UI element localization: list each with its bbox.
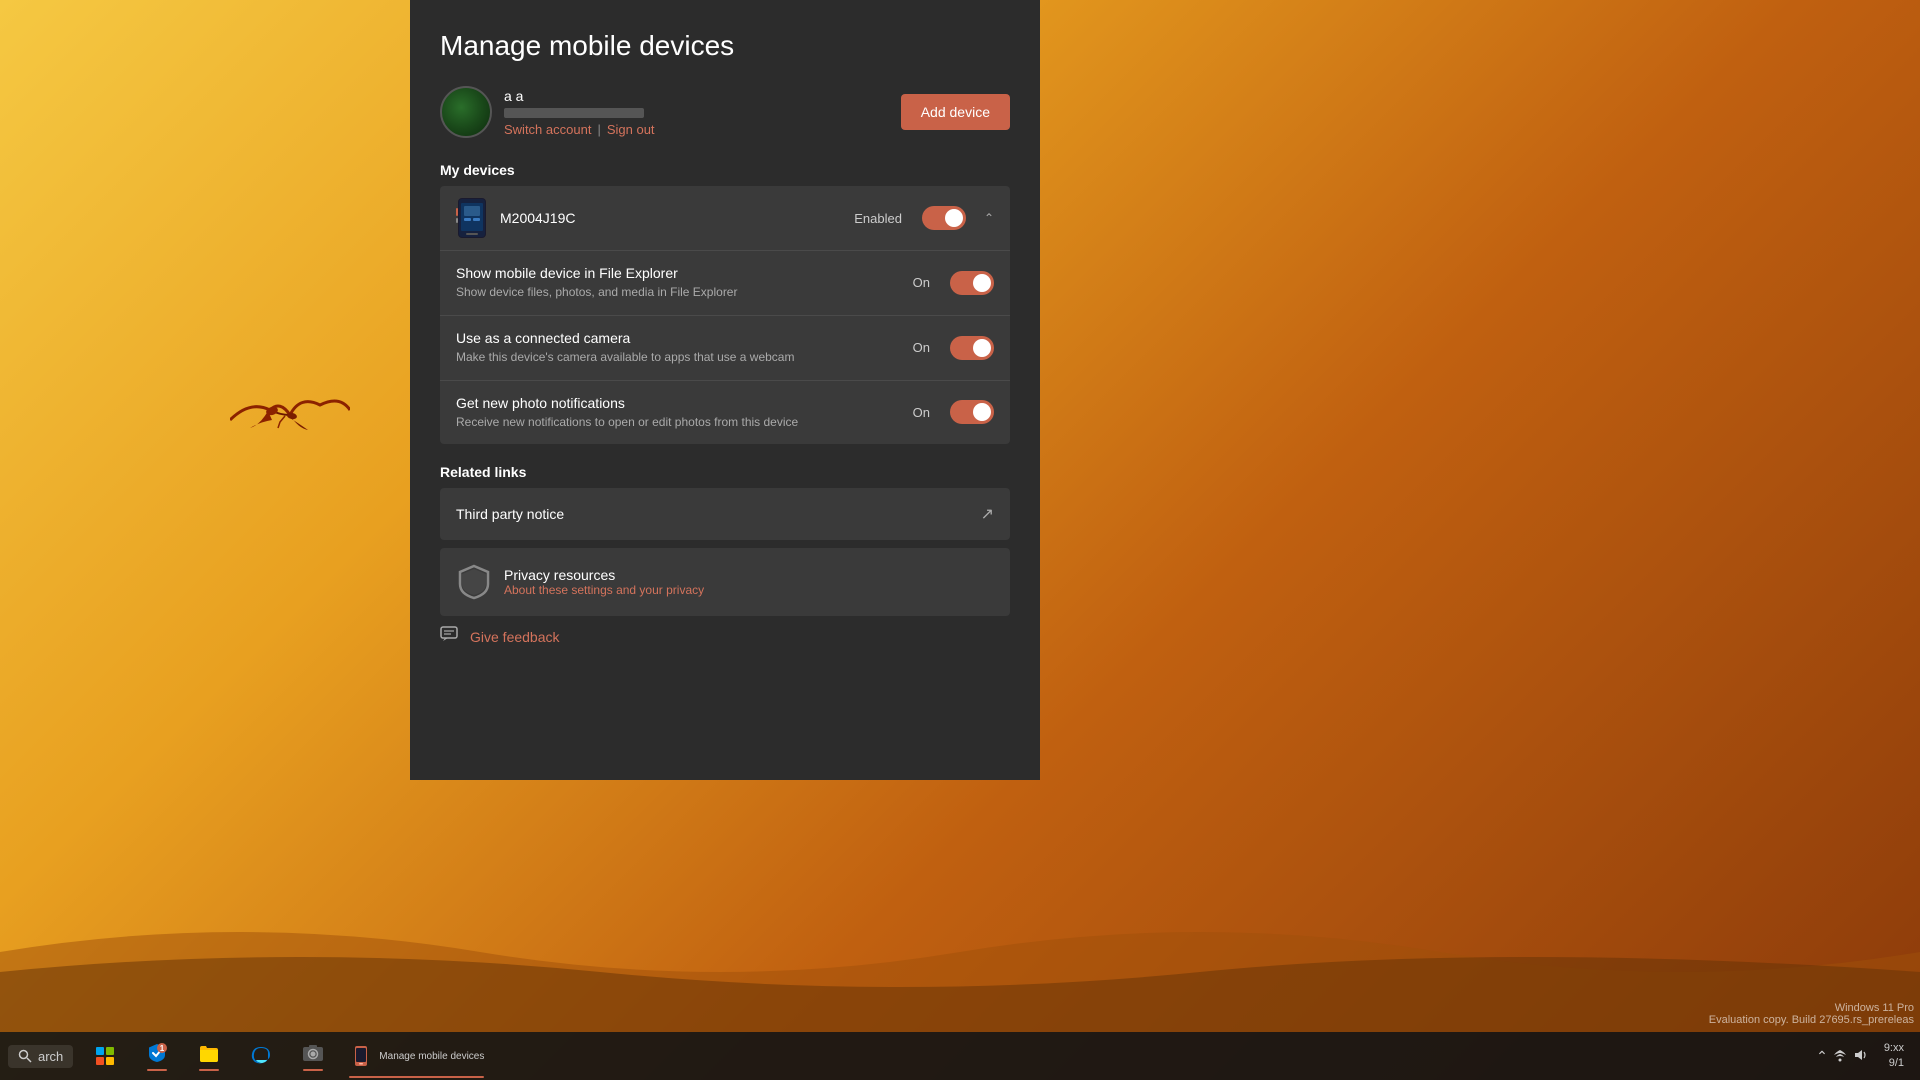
device-name: M2004J19C: [500, 210, 842, 226]
privacy-resources-row[interactable]: Privacy resources About these settings a…: [440, 548, 1010, 616]
privacy-resources-card: Privacy resources About these settings a…: [440, 548, 1010, 616]
taskbar-apps: 1: [81, 1032, 1812, 1080]
taskbar-search-text: arch: [38, 1049, 63, 1064]
related-links-section: Related links Third party notice ↗ Priva…: [440, 464, 1010, 649]
device-enabled-toggle[interactable]: [922, 206, 966, 230]
shield-app-icon: 1: [145, 1041, 169, 1065]
taskbar: arch: [0, 1032, 1920, 1080]
settings-panel: Manage mobile devices a a Switch account…: [410, 0, 1040, 780]
toggle-file-explorer[interactable]: [950, 271, 994, 295]
phone-icon: [456, 198, 488, 238]
setting-title-camera: Use as a connected camera: [456, 330, 901, 346]
setting-row-photos: Get new photo notifications Receive new …: [440, 381, 1010, 445]
active-underline-mobile: [349, 1076, 484, 1078]
network-icon[interactable]: [1832, 1047, 1848, 1066]
setting-on-label-1: On: [913, 340, 930, 355]
third-party-notice-text: Third party notice: [456, 506, 969, 522]
toggle-camera[interactable]: [950, 336, 994, 360]
privacy-info: Privacy resources About these settings a…: [504, 567, 704, 597]
avatar: [440, 86, 492, 138]
setting-desc-file-explorer: Show device files, photos, and media in …: [456, 284, 901, 301]
third-party-notice-row[interactable]: Third party notice ↗: [440, 488, 1010, 540]
edge-icon: [249, 1044, 273, 1068]
taskbar-app-security[interactable]: [81, 1032, 129, 1080]
privacy-sub: About these settings and your privacy: [504, 583, 704, 597]
setting-row-file-explorer: Show mobile device in File Explorer Show…: [440, 251, 1010, 316]
my-devices-label: My devices: [440, 162, 1010, 178]
user-details: a a Switch account | Sign out: [504, 88, 655, 137]
taskbar-clock[interactable]: 9:xx 9/1: [1876, 1041, 1912, 1072]
setting-info-camera: Use as a connected camera Make this devi…: [456, 330, 901, 366]
manage-mobile-label: Manage mobile devices: [379, 1051, 484, 1062]
setting-desc-camera: Make this device's camera available to a…: [456, 349, 901, 366]
file-explorer-icon: [197, 1041, 221, 1065]
water-wave: [0, 832, 1920, 1032]
active-underline-explorer: [199, 1069, 219, 1071]
device-header: M2004J19C Enabled ⌃: [440, 186, 1010, 251]
device-card: M2004J19C Enabled ⌃ Show mobile device i…: [440, 186, 1010, 444]
setting-title-file-explorer: Show mobile device in File Explorer: [456, 265, 901, 281]
feedback-icon: [440, 624, 460, 649]
taskbar-app-shield[interactable]: 1: [133, 1032, 181, 1080]
win-watermark-line1: Windows 11 Pro: [1709, 1002, 1914, 1014]
device-enabled-label: Enabled: [854, 211, 902, 226]
manage-mobile-icon: [349, 1044, 373, 1068]
taskbar-right: ⌃ 9:xx 9/1: [1812, 1041, 1912, 1072]
setting-info-file-explorer: Show mobile device in File Explorer Show…: [456, 265, 901, 301]
external-link-icon: ↗: [981, 504, 994, 524]
user-info: a a Switch account | Sign out: [440, 86, 655, 138]
taskbar-app-edge[interactable]: [237, 1032, 285, 1080]
setting-row-camera: Use as a connected camera Make this devi…: [440, 316, 1010, 381]
taskbar-system-icons: ⌃: [1812, 1047, 1872, 1066]
clock-date: 9/1: [1884, 1056, 1904, 1071]
taskbar-app-file-explorer[interactable]: [185, 1032, 233, 1080]
user-name: a a: [504, 88, 655, 104]
setting-info-photos: Get new photo notifications Receive new …: [456, 395, 901, 431]
chevron-up-system-icon[interactable]: ⌃: [1816, 1048, 1828, 1065]
camera-icon: [301, 1041, 325, 1065]
taskbar-app-manage-mobile[interactable]: Manage mobile devices: [341, 1032, 492, 1080]
volume-icon[interactable]: [1852, 1047, 1868, 1066]
chevron-up-icon[interactable]: ⌃: [984, 211, 994, 225]
sign-out-link[interactable]: Sign out: [607, 122, 655, 137]
page-title: Manage mobile devices: [440, 30, 1010, 62]
user-progress-bar: [504, 108, 644, 118]
add-device-button[interactable]: Add device: [901, 94, 1010, 130]
setting-title-photos: Get new photo notifications: [456, 395, 901, 411]
setting-on-label-2: On: [913, 405, 930, 420]
win-watermark-line2: Evaluation copy. Build 27695.rs_prerelea…: [1709, 1014, 1914, 1026]
taskbar-app-camera[interactable]: [289, 1032, 337, 1080]
toggle-photos[interactable]: [950, 400, 994, 424]
clock-time: 9:xx: [1884, 1041, 1904, 1056]
user-section: a a Switch account | Sign out Add device: [440, 86, 1010, 138]
third-party-notice-card: Third party notice ↗: [440, 488, 1010, 540]
setting-on-label-0: On: [913, 275, 930, 290]
related-links-label: Related links: [440, 464, 1010, 480]
setting-desc-photos: Receive new notifications to open or edi…: [456, 414, 901, 431]
active-underline-shield: [147, 1069, 167, 1071]
feedback-text: Give feedback: [470, 629, 560, 645]
windows-watermark: Windows 11 Pro Evaluation copy. Build 27…: [1709, 1002, 1920, 1026]
taskbar-search-icon: [18, 1049, 32, 1063]
privacy-title: Privacy resources: [504, 567, 704, 583]
security-center-icon: [93, 1044, 117, 1068]
user-links: Switch account | Sign out: [504, 122, 655, 137]
active-underline-camera: [303, 1069, 323, 1071]
taskbar-search[interactable]: arch: [8, 1045, 73, 1068]
bird-decoration: [230, 390, 350, 450]
feedback-row[interactable]: Give feedback: [440, 624, 1010, 649]
switch-account-link[interactable]: Switch account: [504, 122, 591, 137]
separator: |: [597, 122, 600, 137]
svg-text:1: 1: [160, 1044, 165, 1053]
shield-icon: [456, 564, 492, 600]
